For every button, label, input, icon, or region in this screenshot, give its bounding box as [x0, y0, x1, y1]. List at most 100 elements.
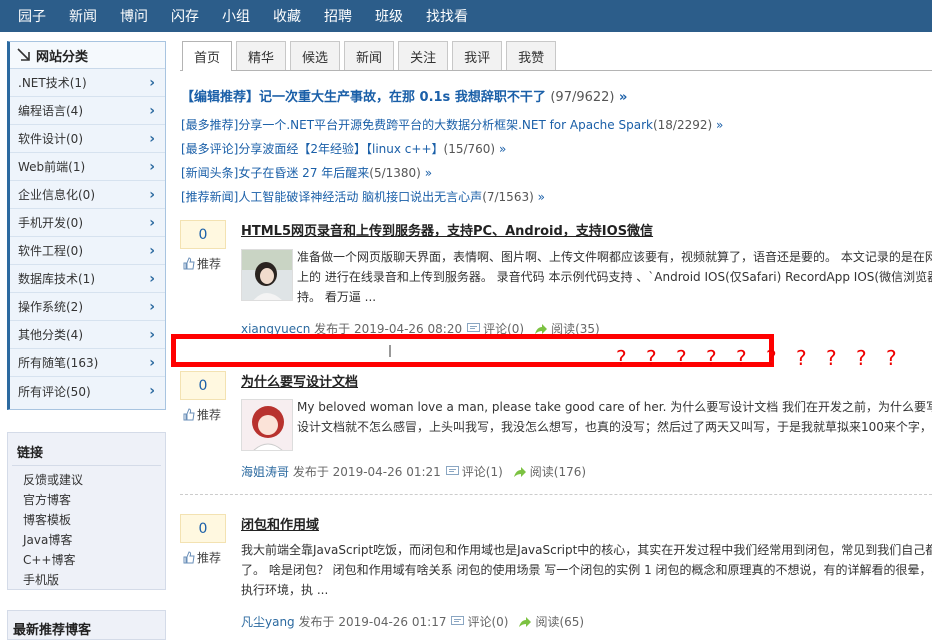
post-summary: My beloved woman love a man, please take… [297, 397, 932, 437]
chevron-right-icon: › [149, 270, 155, 287]
headline-count: (5/1380) [369, 166, 421, 180]
headline-arrow: » [424, 166, 433, 180]
recommend-button[interactable]: 推荐 [180, 254, 226, 272]
chevron-right-icon: › [149, 130, 155, 147]
tab-my-likes[interactable]: 我赞 [506, 41, 557, 70]
category-item[interactable]: 软件设计(0) › [10, 125, 165, 153]
chevron-right-icon: › [149, 102, 155, 119]
tab-news[interactable]: 新闻 [344, 41, 395, 70]
author-avatar[interactable] [241, 249, 293, 301]
summary-line: My beloved woman love a man, please take… [297, 400, 932, 414]
headline-link[interactable]: [最多推荐]分享一个.NET平台开源免费跨平台的大数据分析框架.NET for … [181, 116, 723, 133]
chevron-right-icon: › [149, 326, 155, 343]
read-arrow-icon [513, 466, 526, 477]
headline-arrow: » [498, 142, 507, 156]
category-label: 所有评论(50) [18, 384, 91, 399]
category-item[interactable]: 操作系统(2) › [10, 293, 165, 321]
headline-arrow: » [619, 90, 628, 105]
link-blog-templates[interactable]: 博客模板 [8, 510, 165, 530]
nav-item-jobs[interactable]: 招聘 [324, 6, 352, 26]
summary-line: 我大前端全靠JavaScript吃饭，而闭包和作用域也是JavaScript中的… [241, 543, 932, 557]
tab-featured[interactable]: 精华 [236, 41, 287, 70]
author-link[interactable]: 凡尘yang [241, 613, 295, 630]
question-marks: ? ? ? ? ? ? ? ? ? ? [616, 346, 916, 370]
author-link[interactable]: 海姐涛哥 [241, 463, 289, 480]
comments-link[interactable]: 评论(0) [467, 613, 508, 630]
editor-pick-headline[interactable]: 【编辑推荐】记一次重大生产事故，在那 0.1s 我想辞职不干了 (97/9622… [181, 86, 627, 105]
category-item[interactable]: Web前端(1) › [10, 153, 165, 181]
comment-icon [445, 466, 459, 475]
post-title[interactable]: 为什么要写设计文档 [241, 371, 358, 390]
nav-item-search[interactable]: 找找看 [426, 6, 468, 26]
links-panel: 链接 反馈或建议 官方博客 博客模板 Java博客 C++博客 手机版 [7, 432, 166, 590]
headline-text: [推荐新闻]人工智能破译神经活动 脑机接口说出无言心声 [181, 190, 483, 204]
headline-count: (18/2292) [652, 118, 713, 132]
tab-following[interactable]: 关注 [398, 41, 449, 70]
comments-link[interactable]: 评论(1) [462, 463, 503, 480]
category-item[interactable]: 手机开发(0) › [10, 209, 165, 237]
link-official-blog[interactable]: 官方博客 [8, 490, 165, 510]
question-mark: ? [646, 346, 657, 370]
summary-line: 准备做一个网页版聊天界面，表情啊、图片啊、上传文件啊都应该要有，视频就算了，语音… [297, 250, 932, 264]
recommend-button[interactable]: 推荐 [180, 548, 226, 566]
tab-candidates[interactable]: 候选 [290, 41, 341, 70]
vote-box: 0 推荐 [180, 220, 226, 272]
arrow-icon [17, 48, 30, 61]
nav-item-ing[interactable]: 闪存 [171, 6, 199, 26]
thumb-up-icon [183, 256, 195, 269]
vote-box: 0 推荐 [180, 514, 226, 566]
vote-box: 0 推荐 [180, 371, 226, 423]
post-title[interactable]: 闭包和作用域 [241, 514, 319, 533]
tab-my-comments[interactable]: 我评 [452, 41, 503, 70]
summary-line: 上的 进行在线录音和上传到服务器。 录音代码 本示例代码支持 、`Android… [297, 270, 932, 284]
nav-item-classes[interactable]: 班级 [375, 6, 403, 26]
links-title: 链接 [12, 433, 161, 466]
tab-bar: 首页 精华 候选 新闻 关注 我评 我赞 [180, 41, 932, 71]
nav-item-questions[interactable]: 博问 [120, 6, 148, 26]
chevron-right-icon: › [149, 354, 155, 371]
chevron-right-icon: › [149, 298, 155, 315]
vote-count: 0 [180, 220, 226, 249]
summary-line: 了。 啥是闭包？ 闭包和作用域有啥关系 闭包的使用场景 写一个闭包的实例 1 闭… [241, 563, 932, 577]
nav-item-groups[interactable]: 小组 [222, 6, 250, 26]
category-label: 编程语言(4) [18, 104, 83, 118]
link-cpp-blog[interactable]: C++博客 [8, 550, 165, 570]
question-mark: ? [676, 346, 687, 370]
headline-link[interactable]: [新闻头条]女子在昏迷 27 年后醒来(5/1380) » [181, 164, 432, 181]
headline-link[interactable]: [推荐新闻]人工智能破译神经活动 脑机接口说出无言心声(7/1563) » [181, 188, 545, 205]
chevron-right-icon: › [149, 186, 155, 203]
question-mark: ? [886, 346, 897, 370]
chevron-right-icon: › [149, 242, 155, 259]
nav-item-favorites[interactable]: 收藏 [273, 6, 301, 26]
headline-count: (97/9622) [550, 90, 615, 105]
category-label: 所有随笔(163) [18, 356, 99, 370]
category-item[interactable]: 所有评论(50) › [10, 377, 165, 405]
category-item[interactable]: 其他分类(4) › [10, 321, 165, 349]
question-mark: ? [736, 346, 747, 370]
category-item[interactable]: 软件工程(0) › [10, 237, 165, 265]
tab-home[interactable]: 首页 [182, 41, 233, 71]
category-item[interactable]: 数据库技术(1) › [10, 265, 165, 293]
vote-count: 0 [180, 371, 226, 400]
link-mobile[interactable]: 手机版 [8, 570, 165, 590]
headline-count: (7/1563) [482, 190, 534, 204]
category-item[interactable]: .NET技术(1) › [10, 69, 165, 97]
headline-link[interactable]: [最多评论]分享波面经【2年经验】【linux c++】(15/760) » [181, 140, 506, 157]
author-avatar[interactable] [241, 399, 293, 451]
chevron-right-icon: › [149, 214, 155, 231]
category-item[interactable]: 企业信息化(0) › [10, 181, 165, 209]
post-title[interactable]: HTML5网页录音和上传到服务器，支持PC、Android，支持IOS微信 [241, 220, 653, 239]
category-label: Web前端(1) [18, 160, 86, 174]
link-java-blog[interactable]: Java博客 [8, 530, 165, 550]
reads-link[interactable]: 阅读(65) [535, 613, 584, 630]
category-label: .NET技术(1) [18, 76, 87, 90]
category-item[interactable]: 所有随笔(163) › [10, 349, 165, 377]
nav-item-yuanzi[interactable]: 园子 [18, 6, 46, 26]
recommend-button[interactable]: 推荐 [180, 405, 226, 423]
nav-item-news[interactable]: 新闻 [69, 6, 97, 26]
headline-text: [新闻头条]女子在昏迷 27 年后醒来 [181, 166, 370, 180]
chevron-right-icon: › [149, 383, 155, 399]
reads-link[interactable]: 阅读(176) [530, 463, 586, 480]
category-item[interactable]: 编程语言(4) › [10, 97, 165, 125]
link-feedback[interactable]: 反馈或建议 [8, 470, 165, 490]
